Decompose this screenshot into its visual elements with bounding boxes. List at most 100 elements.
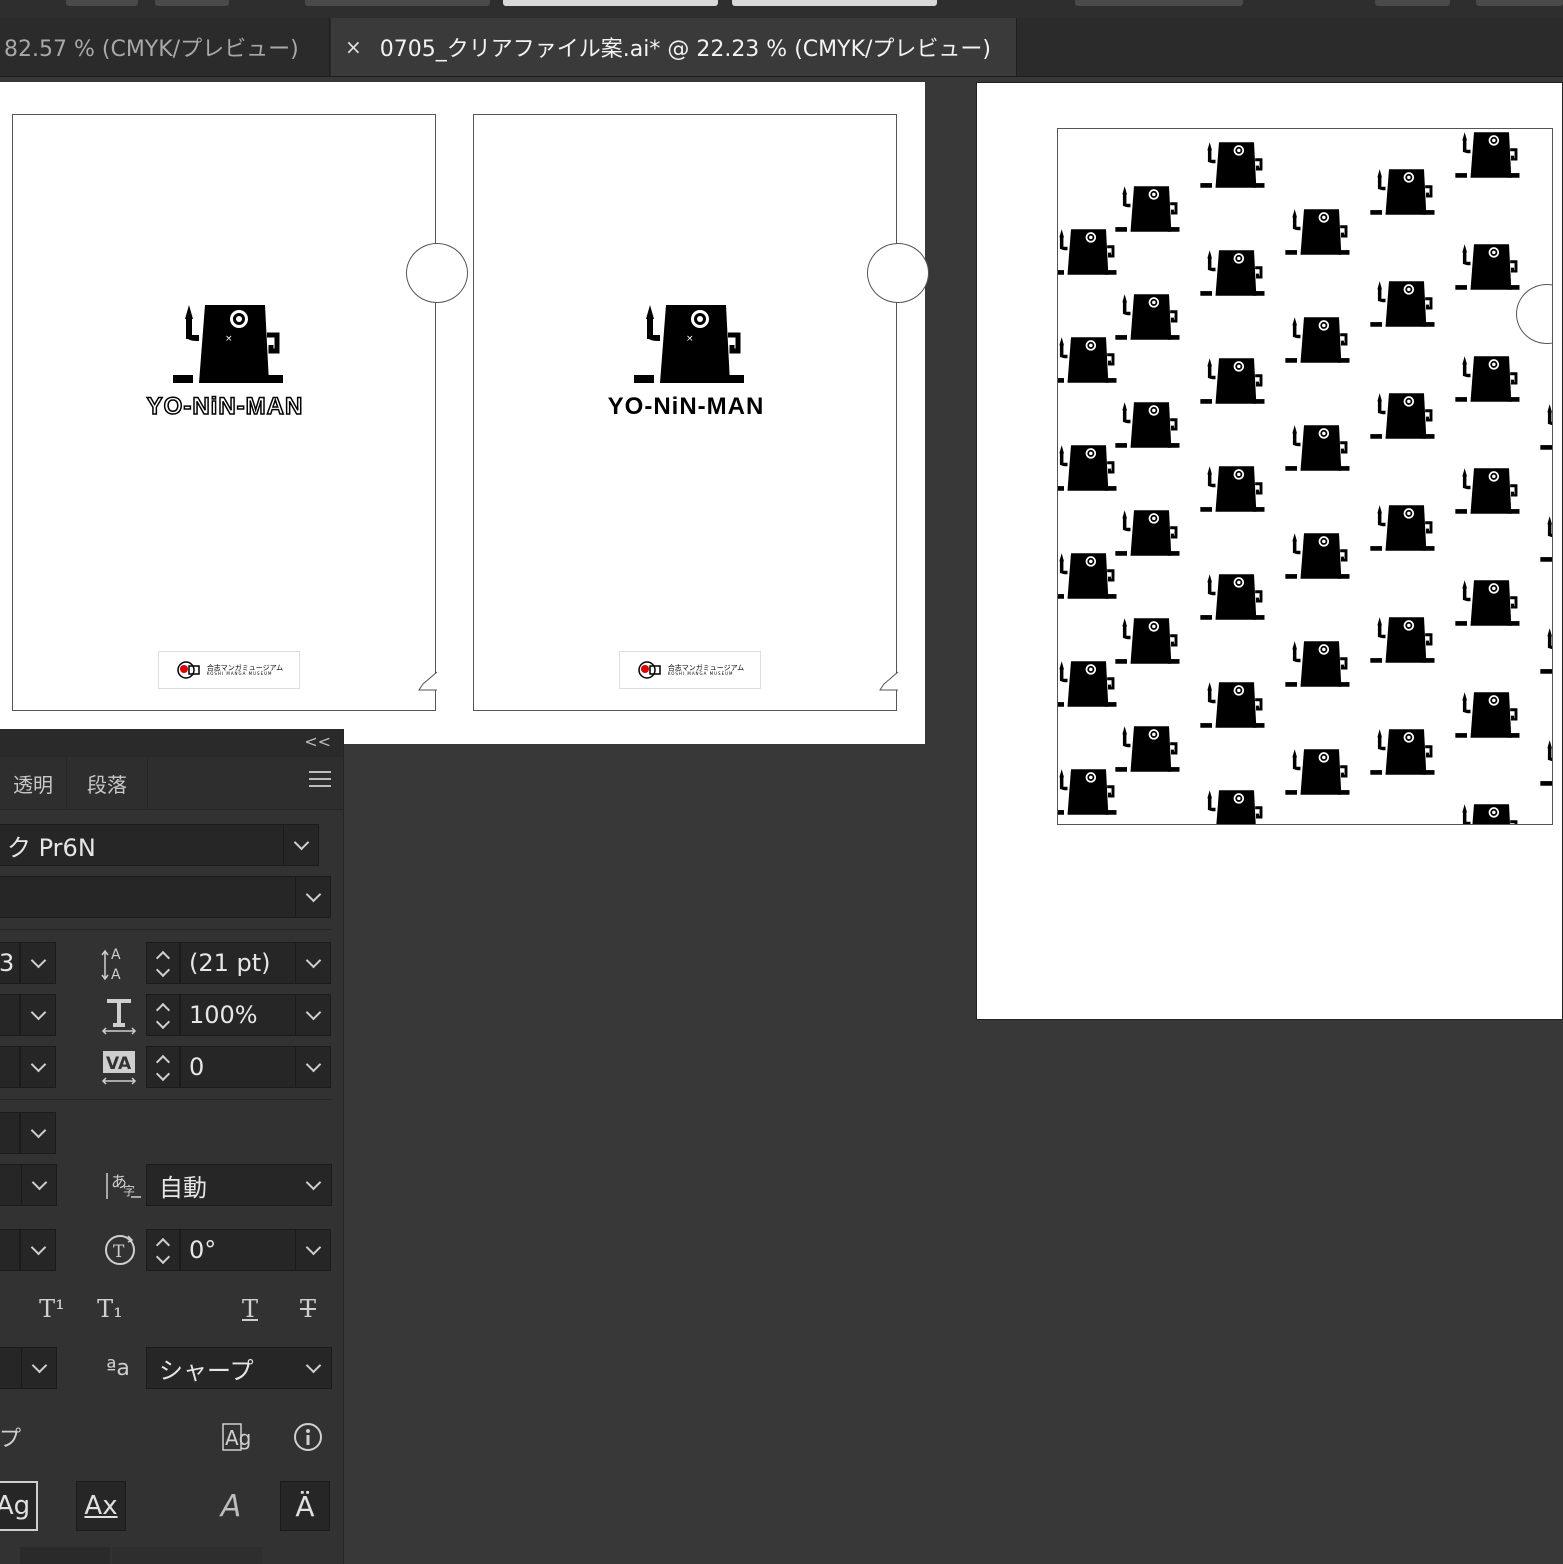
tsume-field[interactable] bbox=[0, 1229, 20, 1271]
artboard-pattern[interactable] bbox=[976, 82, 1563, 1020]
superscript-button[interactable]: T¹ bbox=[32, 1289, 72, 1329]
font-family-field[interactable]: ク Pr6N bbox=[0, 824, 284, 866]
pattern-character bbox=[1453, 687, 1523, 747]
rotation-field[interactable]: 0° bbox=[180, 1229, 296, 1271]
font-family-dropdown[interactable] bbox=[283, 824, 319, 866]
control-field[interactable] bbox=[1075, 0, 1243, 6]
control-field[interactable] bbox=[305, 0, 490, 6]
pattern-character bbox=[1113, 613, 1183, 673]
kerning-stepper[interactable] bbox=[146, 1046, 180, 1088]
aki-dropdown[interactable] bbox=[21, 1164, 57, 1206]
svg-text:Ag: Ag bbox=[225, 1426, 251, 1450]
leading-icon: AA bbox=[100, 940, 138, 986]
panel-footer-tab[interactable] bbox=[20, 1547, 110, 1564]
file-notch bbox=[867, 243, 929, 303]
control-field[interactable] bbox=[1476, 0, 1563, 6]
control-field[interactable] bbox=[503, 0, 718, 6]
control-swatch[interactable] bbox=[66, 0, 138, 6]
font-size-dropdown[interactable] bbox=[20, 942, 56, 984]
kerning-dropdown[interactable] bbox=[295, 1046, 331, 1088]
pattern-character bbox=[1453, 799, 1523, 824]
tracking-dropdown[interactable] bbox=[20, 994, 56, 1036]
pattern-character bbox=[1368, 612, 1438, 672]
chevron-down-icon bbox=[30, 1004, 46, 1021]
chevron-down-icon bbox=[30, 952, 46, 969]
pattern-character bbox=[1198, 569, 1268, 629]
clear-file-front[interactable]: × YO-NiN-MAN 合志マンガミュージアム KOSHI MANGA MUS… bbox=[12, 114, 468, 711]
mojikumi-icon: あ字 bbox=[104, 1162, 144, 1208]
control-field[interactable] bbox=[1375, 0, 1450, 6]
vertical-scale-value: 100% bbox=[189, 1001, 258, 1029]
collapse-panel-button[interactable]: << bbox=[304, 732, 331, 751]
a-alt-button[interactable]: Ä bbox=[280, 1481, 330, 1531]
baseline-field[interactable] bbox=[0, 1112, 20, 1154]
leading-stepper[interactable] bbox=[146, 942, 180, 984]
antialias-dropdown[interactable]: シャープ bbox=[146, 1347, 332, 1389]
tracking-field[interactable] bbox=[0, 994, 20, 1036]
kerning-field[interactable]: 0 bbox=[180, 1046, 296, 1088]
character-panel: << 透明 段落 ク Pr6N 3 AA (21 pt) 100% VA 0 あ… bbox=[0, 729, 344, 1564]
baseline-dropdown[interactable] bbox=[20, 1112, 56, 1154]
tab-transparency[interactable]: 透明 bbox=[0, 757, 67, 809]
underline-button[interactable]: T bbox=[230, 1289, 270, 1329]
font-size-field[interactable]: 3 bbox=[0, 942, 20, 984]
vertical-scale-field[interactable]: 100% bbox=[180, 994, 296, 1036]
pattern-character bbox=[1113, 397, 1183, 457]
tab-paragraph[interactable]: 段落 bbox=[67, 757, 148, 809]
aki-field[interactable] bbox=[0, 1164, 22, 1206]
pattern-character bbox=[1058, 764, 1120, 824]
tab-label: 0705_クリアファイル案.ai* @ 22.23 % (CMYK/プレビュー) bbox=[379, 37, 991, 62]
pattern-character bbox=[1283, 420, 1353, 480]
vertical-scale-stepper[interactable] bbox=[146, 994, 180, 1036]
svg-text:T: T bbox=[113, 1242, 125, 1262]
clear-file-back[interactable]: × YO-NiN-MAN 合志マンガミュージアム KOSHI MANGA MUS… bbox=[473, 114, 929, 711]
file-corner-cut bbox=[413, 670, 439, 691]
pattern-character bbox=[1453, 575, 1523, 635]
control-field[interactable] bbox=[732, 0, 937, 6]
close-icon[interactable]: × bbox=[345, 35, 362, 59]
leading-field[interactable]: (21 pt) bbox=[180, 942, 296, 984]
rotation-stepper[interactable] bbox=[146, 1229, 180, 1271]
mojikumi-dropdown[interactable]: 自動 bbox=[146, 1164, 332, 1206]
language-field[interactable] bbox=[0, 1347, 22, 1389]
pattern-character bbox=[1058, 440, 1120, 500]
pattern-character bbox=[1453, 239, 1523, 299]
font-style-dropdown[interactable] bbox=[295, 876, 331, 918]
logo-text-solid: YO-NiN-MAN bbox=[607, 393, 765, 420]
glyph-icon[interactable]: Ag bbox=[218, 1417, 258, 1457]
svg-text:A: A bbox=[111, 947, 121, 963]
tsume-dropdown[interactable] bbox=[20, 1229, 56, 1271]
yoninman-character: × bbox=[634, 305, 744, 383]
subscript-button[interactable]: T₁ bbox=[90, 1289, 130, 1329]
artboard-front-back[interactable]: × YO-NiN-MAN 合志マンガミュージアム KOSHI MANGA MUS… bbox=[0, 82, 929, 744]
horizontal-scale-dropdown[interactable] bbox=[20, 1046, 56, 1088]
rotation-dropdown[interactable] bbox=[295, 1229, 331, 1271]
yoninman-character: × bbox=[173, 305, 283, 383]
tab-inactive-document[interactable]: 82.57 % (CMYK/プレビュー) bbox=[0, 18, 330, 76]
vertical-scale-dropdown[interactable] bbox=[295, 994, 331, 1036]
file-corner-cut bbox=[874, 670, 900, 691]
info-icon[interactable] bbox=[288, 1417, 328, 1457]
pattern-character bbox=[1368, 724, 1438, 784]
tab-active-document[interactable]: × 0705_クリアファイル案.ai* @ 22.23 % (CMYK/プレビュ… bbox=[331, 18, 1017, 76]
panel-footer-tab[interactable] bbox=[112, 1547, 262, 1564]
font-style-field[interactable] bbox=[0, 876, 296, 918]
ax-button[interactable]: Ax bbox=[76, 1481, 126, 1531]
pattern-character bbox=[1538, 623, 1552, 683]
pattern-character bbox=[1368, 500, 1438, 560]
pattern-character bbox=[1538, 511, 1552, 571]
control-swatch[interactable] bbox=[155, 0, 229, 6]
pattern-character bbox=[1283, 636, 1353, 696]
pattern-file[interactable] bbox=[1057, 128, 1553, 825]
pattern-character bbox=[1113, 721, 1183, 781]
horizontal-scale-field[interactable] bbox=[0, 1046, 20, 1088]
pattern-character bbox=[1453, 463, 1523, 523]
ag-button[interactable]: Ag bbox=[0, 1481, 38, 1531]
a-style-button[interactable]: A bbox=[206, 1481, 256, 1531]
leading-dropdown[interactable] bbox=[295, 942, 331, 984]
language-dropdown[interactable] bbox=[21, 1347, 57, 1389]
strikethrough-button[interactable]: T bbox=[288, 1289, 328, 1329]
rotation-icon: T bbox=[100, 1227, 140, 1273]
menu-icon[interactable] bbox=[309, 771, 331, 789]
chevron-down-icon bbox=[31, 1357, 47, 1374]
